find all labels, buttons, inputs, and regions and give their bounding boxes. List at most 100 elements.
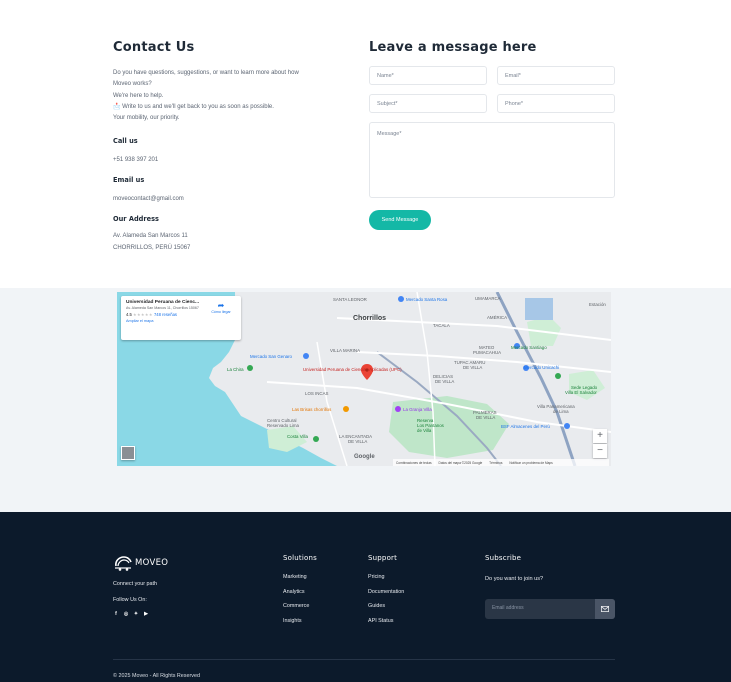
form-title: Leave a message here — [369, 40, 537, 55]
send-message-button[interactable]: Send Message — [369, 210, 431, 230]
map-building — [525, 298, 553, 320]
support-heading: Support — [368, 554, 398, 562]
subscribe-form: Email address — [485, 599, 615, 619]
mail-icon — [601, 606, 609, 612]
intro-line: Do you have questions, suggestions, or w… — [113, 70, 299, 76]
map-label: Mercado Santa Rosa — [406, 297, 448, 302]
phone-field[interactable]: Phone* — [497, 94, 615, 113]
map-label: Costa Villa — [287, 434, 308, 439]
instagram-icon[interactable]: ◎ — [123, 611, 129, 617]
directions-icon: ➦ — [217, 301, 225, 310]
subscribe-question: Do you want to join us? — [485, 576, 544, 582]
subscribe-heading: Subscribe — [485, 554, 522, 562]
report-problem-link[interactable]: Notificar un problema de Maps — [509, 461, 552, 465]
terms-link[interactable]: Términos — [489, 461, 502, 465]
footer-logo[interactable]: MOVEO — [113, 554, 168, 572]
map-label: LOS INCAS — [305, 391, 328, 396]
moveo-logo-icon — [115, 556, 132, 571]
solutions-heading: Solutions — [283, 554, 317, 562]
site-footer: MOVEO Connect your path Follow Us On: f … — [0, 512, 731, 682]
footer-divider — [113, 659, 615, 660]
email-field[interactable]: Email* — [497, 66, 615, 85]
footer-link-insights[interactable]: Insights — [283, 618, 317, 633]
map-label: DE VILLA — [435, 379, 454, 384]
reviews-link[interactable]: 748 reseñas — [154, 312, 177, 317]
footer-link-guides[interactable]: Guides — [368, 603, 404, 618]
address-heading: Our Address — [113, 215, 159, 224]
contact-title: Contact Us — [113, 40, 195, 55]
solutions-column: Solutions Marketing Analytics Commerce I… — [283, 554, 317, 633]
map-poi-marker[interactable] — [398, 296, 404, 302]
map-label: Mercado Unicachi — [524, 365, 559, 370]
rating-stars-icon: ★★★★★ — [133, 312, 153, 317]
map-label: Chorrillos — [353, 315, 386, 322]
footer-link-documentation[interactable]: Documentation — [368, 589, 404, 604]
subscribe-email-input[interactable]: Email address — [492, 605, 524, 611]
map-poi-marker[interactable] — [247, 365, 253, 371]
call-heading: Call us — [113, 137, 138, 146]
subject-field[interactable]: Subject* — [369, 94, 487, 113]
footer-link-analytics[interactable]: Analytics — [283, 589, 317, 604]
intro-line: 📩 Write to us and we'll get back to you … — [113, 103, 274, 110]
map-label: DE VILLA — [348, 439, 367, 444]
footer-link-pricing[interactable]: Pricing — [368, 574, 404, 589]
map-poi-marker[interactable] — [555, 373, 561, 379]
map-label: Universidad Peruana de Ciencias Aplicada… — [303, 367, 402, 372]
map-label: La Chira — [227, 367, 244, 372]
brand-name: MOVEO — [135, 558, 169, 568]
twitter-icon[interactable]: ✦ — [133, 611, 139, 617]
facebook-icon[interactable]: f — [113, 611, 119, 617]
map-poi-marker[interactable] — [313, 436, 319, 442]
map-section: SANTA LEONOR Mercado Santa Rosa UMAMARCA… — [0, 288, 731, 512]
place-address: Av. Alameda San Marcos 11, Chorrillos 15… — [126, 306, 199, 310]
embedded-map[interactable]: SANTA LEONOR Mercado Santa Rosa UMAMARCA… — [117, 292, 611, 466]
map-label: SANTA LEONOR — [333, 297, 367, 302]
map-label: Villa El Salvador — [565, 390, 597, 395]
map-label: AMÉRICA — [487, 315, 507, 320]
street-view-icon[interactable] — [121, 446, 135, 460]
phone-number[interactable]: +51 938 397 201 — [113, 154, 333, 166]
contact-info: Contact Us Do you have questions, sugges… — [113, 40, 333, 254]
email-address[interactable]: moveocontact@gmail.com — [113, 193, 333, 205]
directions-button[interactable]: ➦ Cómo llegar — [207, 301, 235, 314]
social-links: f ◎ ✦ ▶ — [113, 611, 168, 617]
copyright: © 2025 Moveo - All Rights Reserved — [113, 673, 200, 679]
address-line-1: Av. Alameda San Marcos 11 — [113, 233, 188, 240]
map-label: Estación — [589, 302, 606, 307]
page: Contact Us Do you have questions, sugges… — [0, 0, 731, 682]
youtube-icon[interactable]: ▶ — [143, 611, 149, 617]
intro-line: We're here to help. — [113, 92, 164, 99]
map-label: BSF Almacenes del Perú — [501, 424, 550, 429]
zoom-in-button[interactable]: + — [593, 429, 607, 443]
enlarge-map-link[interactable]: Ampliar el mapa — [126, 319, 236, 323]
google-logo: Google — [354, 454, 375, 460]
support-column: Support Pricing Documentation Guides API… — [368, 554, 404, 633]
map-label: VILLA MARINA — [330, 348, 360, 353]
footer-link-commerce[interactable]: Commerce — [283, 603, 317, 618]
map-poi-marker[interactable] — [395, 406, 401, 412]
name-field[interactable]: Name* — [369, 66, 487, 85]
email-heading: Email us — [113, 176, 145, 185]
intro-line: Your mobility, our priority. — [113, 115, 180, 122]
keyboard-shortcuts-link[interactable]: Combinaciones de teclas — [396, 461, 432, 465]
footer-link-marketing[interactable]: Marketing — [283, 574, 317, 589]
intro-line: Moveo works? — [113, 81, 152, 88]
address-line-2: CHORRILLOS, PERÚ 15067 — [113, 245, 191, 252]
map-data-text: Datos del mapa ©2025 Google — [438, 460, 483, 465]
contact-intro: Do you have questions, suggestions, or w… — [113, 68, 333, 124]
map-label: de Villa — [417, 428, 432, 433]
subscribe-button[interactable] — [595, 599, 615, 619]
map-label: TACALA — [433, 323, 450, 328]
message-field[interactable]: Message* — [369, 122, 615, 198]
message-form: Leave a message here Name* Email* Subjec… — [369, 40, 615, 230]
follow-label: Follow Us On: — [113, 597, 147, 603]
map-poi-marker[interactable] — [303, 353, 309, 359]
map-poi-marker[interactable] — [343, 406, 349, 412]
map-label: DE VILLA — [463, 365, 482, 370]
zoom-out-button[interactable]: − — [593, 444, 607, 458]
map-label: DE VILLA — [476, 415, 495, 420]
map-poi-marker[interactable] — [564, 423, 570, 429]
map-attribution: Combinaciones de teclas Datos del mapa ©… — [393, 459, 609, 466]
footer-link-api-status[interactable]: API Status — [368, 618, 404, 633]
map-label: Las Brisas chorrillos — [292, 407, 332, 412]
